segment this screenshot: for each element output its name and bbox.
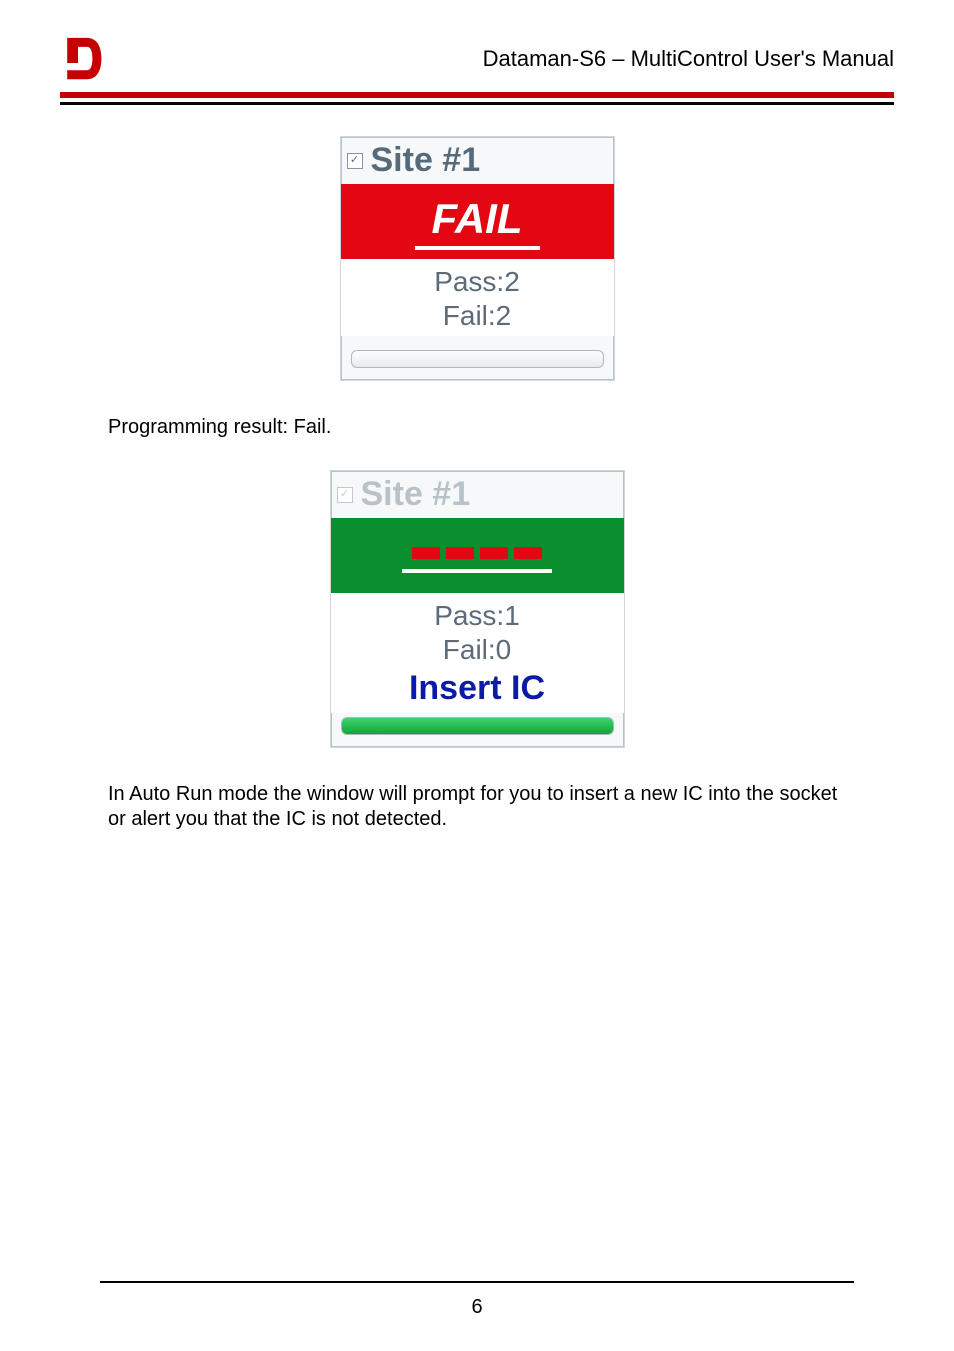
result-counts-insert: Pass:1 Fail:0 Insert IC [331,593,624,713]
header: Dataman-S6 – MultiControl User's Manual [60,34,894,84]
pass-count: Pass:2 [341,265,614,299]
figure-site-insert: ✓ Site #1 Pass:1 Fail:0 Insert IC [60,464,894,754]
progress-wrap [331,713,624,747]
site-title: ✓ Site #1 [341,137,614,184]
site-panel-insert: ✓ Site #1 Pass:1 Fail:0 Insert IC [330,470,625,748]
progress-tick [412,547,440,559]
result-counts: Pass:2 Fail:2 [341,259,614,336]
status-underline [402,569,552,573]
pass-count: Pass:1 [331,599,624,633]
site-checkbox-disabled-icon: ✓ [337,487,353,503]
insert-ic-prompt: Insert IC [331,668,624,709]
progress-tick [480,547,508,559]
fail-count: Fail:2 [341,299,614,333]
status-text: FAIL [432,198,523,240]
site-panel-fail: ✓ Site #1 FAIL Pass:2 Fail:2 [340,136,615,381]
caption-fail: Programming result: Fail. [108,415,846,440]
progress-wrap [341,336,614,380]
progress-tick [514,547,542,559]
footer-rule [100,1281,854,1284]
body-paragraph-autorun: In Auto Run mode the window will prompt … [108,782,846,832]
progress-bar-full [341,717,614,735]
header-rule-red [60,92,894,98]
document-title: Dataman-S6 – MultiControl User's Manual [483,46,894,72]
logo-dataman [60,34,105,84]
status-band-fail: FAIL [341,184,614,259]
status-underline [415,246,540,250]
figure-site-fail: ✓ Site #1 FAIL Pass:2 Fail:2 [60,130,894,387]
progress-ticks [412,547,542,559]
site-title-text-disabled: Site #1 [361,475,471,514]
header-rule-black [60,102,894,105]
progress-tick [446,547,474,559]
site-title-disabled: ✓ Site #1 [331,471,624,518]
site-checkbox-icon: ✓ [347,153,363,169]
site-title-text: Site #1 [371,141,481,180]
fail-count: Fail:0 [331,633,624,667]
page-number: 6 [0,1296,954,1319]
status-band-progress [331,518,624,593]
progress-bar-empty [351,350,604,368]
